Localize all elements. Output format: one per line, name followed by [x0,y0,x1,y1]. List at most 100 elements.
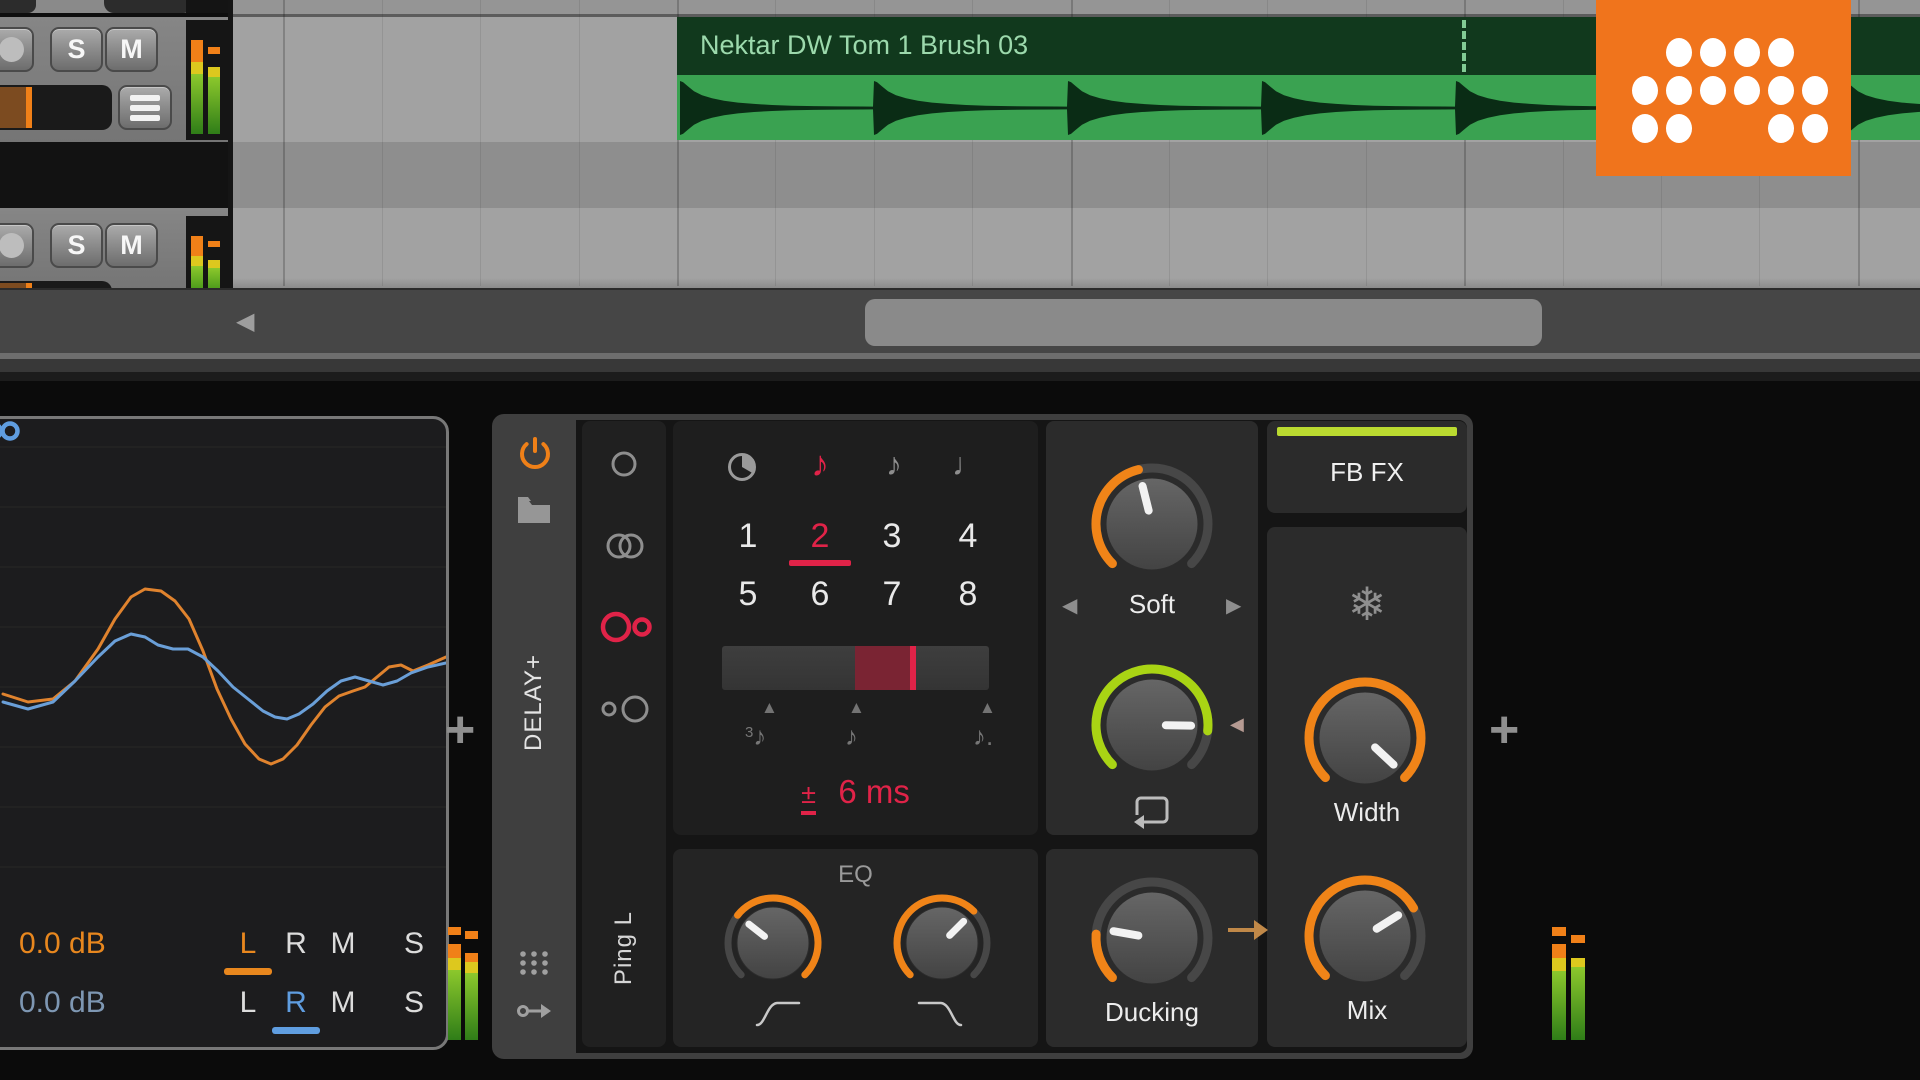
slider-marker-icon: ▲ [979,698,996,717]
feedback-fx-slot[interactable]: FB FX [1267,421,1467,513]
time-offset-slider[interactable] [722,646,989,690]
width-label: Width [1333,797,1401,827]
triplet-note-icon: 3♪ [745,721,767,751]
active-channel-underline [224,968,272,975]
mode-ping-pong-icon-selected[interactable] [596,609,656,645]
offset-value[interactable]: 6 ms [838,773,910,810]
mute-button[interactable]: M [105,27,158,72]
beat-count-5[interactable]: 5 [718,575,778,614]
add-device-button[interactable]: + [1489,700,1519,760]
logo-dot [1768,76,1794,105]
horizontal-scrollbar[interactable]: ◀ [0,288,1920,353]
soft-character-knob[interactable] [1090,462,1214,586]
channel-l-button[interactable]: L [224,986,272,1020]
logo-dot [1632,76,1658,105]
beat-count-4[interactable]: 4 [938,517,998,556]
arranger-timeline[interactable]: Nektar DW Tom 1 Brush 03 [0,0,1920,288]
bitwig-logo [1596,0,1851,176]
fb-fx-label[interactable]: FB FX [1267,457,1467,488]
beat-count-2[interactable]: 2 [790,517,850,556]
panel-divider-dark [0,359,1920,372]
mode-mono-icon[interactable] [609,449,639,479]
gain-value-right[interactable]: 0.0 dB [19,986,106,1020]
beat-count-3[interactable]: 3 [862,517,922,556]
mode-stereo-icon[interactable] [602,531,648,561]
beat-count-1[interactable]: 1 [718,517,778,556]
partial-meter [186,0,228,13]
note-quarter-icon[interactable]: ♩ [941,446,995,483]
ducking-panel: Ducking [1046,849,1258,1047]
channel-s-button[interactable]: S [390,986,438,1020]
record-dot-icon [0,37,24,62]
mode-pan-icon[interactable] [598,693,654,725]
remote-controls-icon[interactable] [518,950,550,976]
eq-low-cut-knob[interactable] [723,893,823,993]
track-1-header[interactable]: S M [0,17,228,142]
solo-button[interactable]: S [50,223,103,268]
arm-record-button[interactable] [0,223,34,268]
channel-s-button[interactable]: S [390,927,438,961]
scrollbar-thumb[interactable] [865,299,1542,346]
channel-l-button[interactable]: L [224,927,272,961]
fx-slot-active-bar [1277,427,1457,436]
mix-knob[interactable] [1303,874,1427,998]
feedback-loop-icon[interactable] [1132,793,1172,829]
routing-icon[interactable] [516,1000,552,1022]
slider-marker-icon: ▲ [761,698,778,717]
next-mode-icon[interactable]: ▶ [1226,593,1241,618]
freeze-icon[interactable]: ❄ [1267,577,1467,631]
slider-handle[interactable] [910,646,916,690]
arm-record-button[interactable] [0,27,34,72]
ducking-knob-graphic [1091,877,1213,985]
device-power-icon[interactable] [517,436,553,472]
ducking-knob[interactable] [1090,876,1214,1000]
highpass-curve-icon [755,1001,801,1027]
beat-count-7[interactable]: 7 [862,575,922,614]
beat-count-6[interactable]: 6 [790,575,850,614]
feedback-column: ◀ Soft ▶ ◀ [1046,421,1258,835]
logo-dot [1666,38,1692,67]
mute-button[interactable]: M [105,223,158,268]
eq-panel: EQ [673,849,1038,1047]
logo-dot [1632,114,1658,143]
clip-loop-marker [1462,20,1466,72]
channel-m-button[interactable]: M [319,986,367,1020]
device-title[interactable]: DELAY+ [520,654,548,751]
note-eighth-icon-selected[interactable]: ♪ [793,443,847,485]
preset-folder-icon[interactable] [517,496,551,524]
track-menu-button[interactable] [118,85,172,130]
time-mode-clock-icon[interactable] [726,451,758,483]
logo-dot [1700,76,1726,105]
channel-m-button[interactable]: M [319,927,367,961]
solo-button[interactable]: S [50,27,103,72]
feedback-knob[interactable] [1090,663,1214,787]
fader-handle[interactable] [26,87,32,128]
active-channel-underline [272,1027,320,1034]
gridline [480,0,481,286]
track-meter [186,216,228,288]
add-device-button[interactable]: + [445,700,475,760]
time-offset-readout[interactable]: ± 6 ms [673,773,1038,815]
gridline [579,0,580,286]
mix-label: Mix [1346,995,1388,1025]
logo-dot [1768,114,1794,143]
modulation-marker-icon: ◀ [1230,714,1244,734]
plusminus-toggle[interactable]: ± [801,779,816,815]
panel-divider-darker [0,372,1920,381]
gain-value-left[interactable]: 0.0 dB [19,927,106,961]
track-2-header[interactable]: S M [0,208,228,291]
width-knob[interactable] [1303,676,1427,800]
header-arranger-divider[interactable] [228,0,233,288]
gridline [283,0,285,286]
stereo-link-icon[interactable] [0,419,27,443]
channel-r-button[interactable]: R [272,927,320,961]
note-eighth-icon[interactable]: ♪ [867,446,921,483]
channel-r-button[interactable]: R [272,986,320,1020]
scroll-left-icon[interactable]: ◀ [236,307,254,336]
partial-button [104,0,193,13]
clip-title: Nektar DW Tom 1 Brush 03 [700,30,1029,60]
volume-fader[interactable] [0,85,112,130]
eq-high-cut-knob[interactable] [892,893,992,993]
beat-count-8[interactable]: 8 [938,575,998,614]
mode-label[interactable]: Ping L [610,911,638,985]
